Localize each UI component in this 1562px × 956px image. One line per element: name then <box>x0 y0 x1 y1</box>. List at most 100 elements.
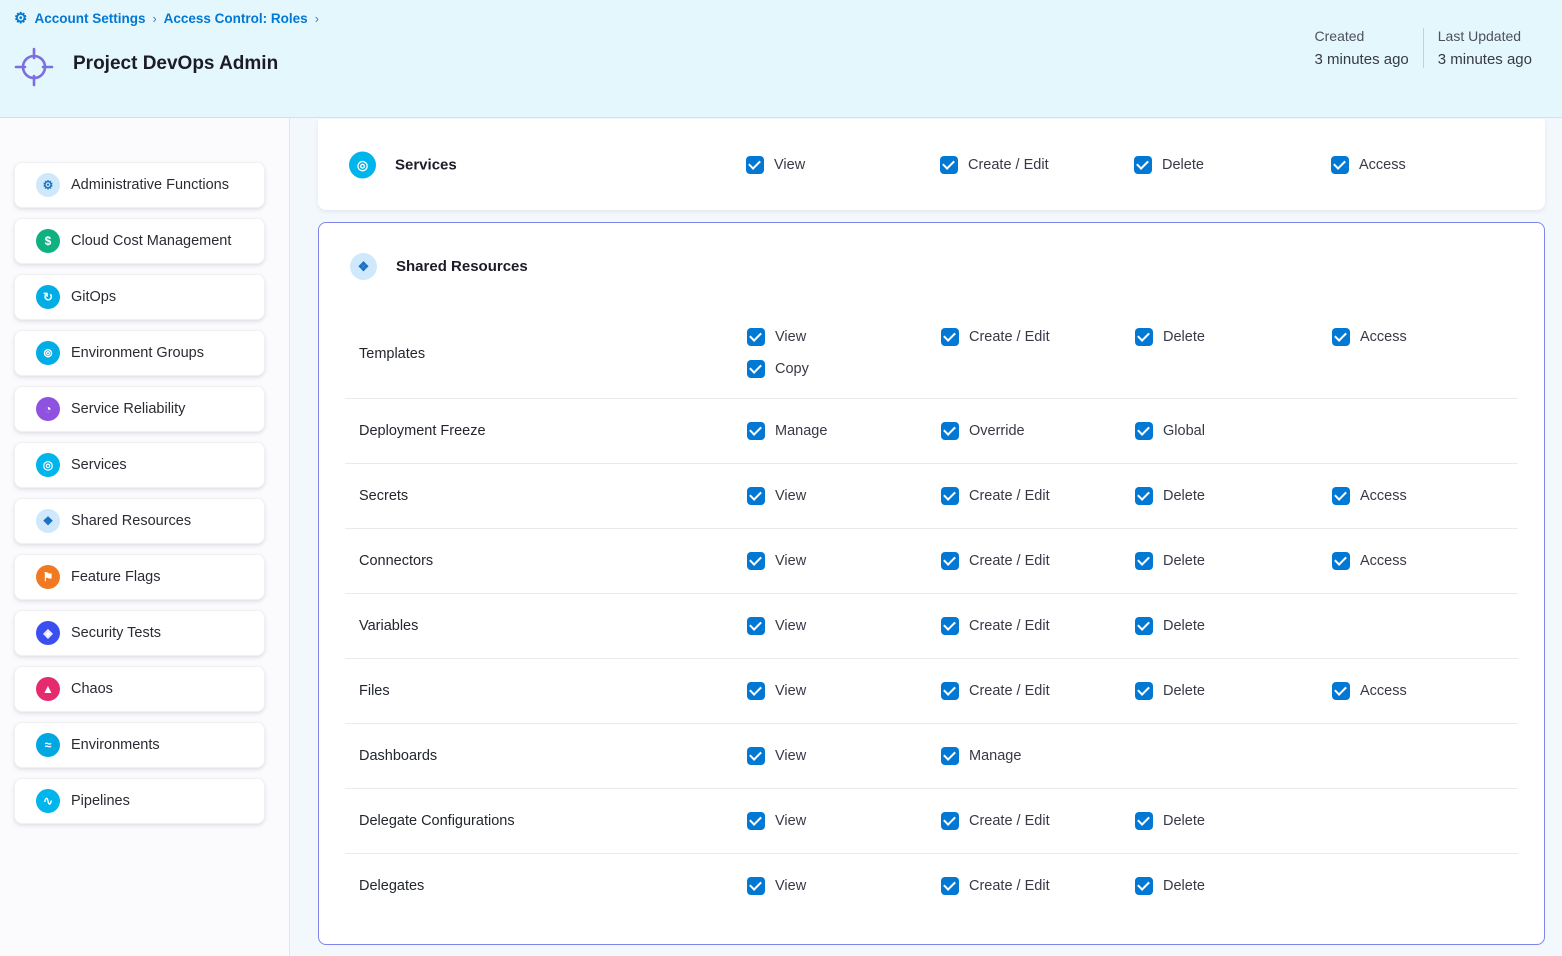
permission-secrets-delete: Delete <box>1135 487 1205 505</box>
sidebar-item-label: Administrative Functions <box>71 177 229 193</box>
created-value: 3 minutes ago <box>1315 51 1409 68</box>
sidebar-item-services[interactable]: ◎Services <box>14 442 265 488</box>
role-crosshair-icon <box>14 45 54 89</box>
checkbox-checked[interactable] <box>1332 682 1350 700</box>
permission-col-4: Access <box>1332 328 1407 346</box>
sidebar-item-label: Feature Flags <box>71 569 160 585</box>
breadcrumb-account-settings[interactable]: Account Settings <box>34 11 145 26</box>
checkbox-label: View <box>775 813 806 829</box>
checkbox-checked[interactable] <box>1331 156 1349 174</box>
checkbox-checked[interactable] <box>747 422 765 440</box>
checkbox-label: Delete <box>1163 618 1205 634</box>
checkbox-checked[interactable] <box>941 487 959 505</box>
checkbox-checked[interactable] <box>1135 682 1153 700</box>
sidebar-item-environment-groups[interactable]: ⊚Environment Groups <box>14 330 265 376</box>
sidebar-item-cloud-cost-management[interactable]: $ Cloud Cost Management <box>14 218 265 264</box>
checkbox-checked[interactable] <box>941 682 959 700</box>
permission-services-create-edit: Create / Edit <box>940 156 1049 174</box>
resource-label: Secrets <box>359 488 408 504</box>
cloud-dollar-icon: $ <box>36 229 60 253</box>
checkbox-checked[interactable] <box>747 747 765 765</box>
resource-label: Delegates <box>359 878 424 894</box>
breadcrumb: ⚙ Account Settings › Access Control: Rol… <box>14 11 319 26</box>
checkbox-checked[interactable] <box>1135 552 1153 570</box>
sidebar-item-feature-flags[interactable]: ⚑Feature Flags <box>14 554 265 600</box>
sidebar-item-environments[interactable]: ≈Environments <box>14 722 265 768</box>
breadcrumb-access-control-roles[interactable]: Access Control: Roles <box>164 11 308 26</box>
resource-label: Variables <box>359 618 418 634</box>
checkbox-checked[interactable] <box>1332 552 1350 570</box>
permission-deployment-freeze-global: Global <box>1135 422 1205 440</box>
checkbox-checked[interactable] <box>940 156 958 174</box>
permission-files-access: Access <box>1332 682 1407 700</box>
permission-col-2: Create / Edit <box>941 682 1050 700</box>
sidebar-item-security-tests[interactable]: ◈Security Tests <box>14 610 265 656</box>
permission-col-3: Delete <box>1135 877 1205 895</box>
checkbox-checked[interactable] <box>1332 487 1350 505</box>
checkbox-checked[interactable] <box>941 812 959 830</box>
checkbox-checked[interactable] <box>941 877 959 895</box>
checkbox-checked[interactable] <box>1134 156 1152 174</box>
permission-delegates-view: View <box>747 877 806 895</box>
permission-col-3: Global <box>1135 422 1205 440</box>
checkbox-label: Access <box>1359 157 1406 173</box>
checkbox-checked[interactable] <box>1135 877 1153 895</box>
checkbox-checked[interactable] <box>941 552 959 570</box>
checkbox-checked[interactable] <box>941 617 959 635</box>
checkbox-checked[interactable] <box>746 156 764 174</box>
checkbox-label: Delete <box>1163 488 1205 504</box>
sidebar-item-chaos[interactable]: ▲Chaos <box>14 666 265 712</box>
checkbox-checked[interactable] <box>747 552 765 570</box>
permission-col-2: Create / Edit <box>940 156 1049 174</box>
sidebar-item-pipelines[interactable]: ∿Pipelines <box>14 778 265 824</box>
created-label: Created <box>1315 28 1409 44</box>
resource-label: Files <box>359 683 390 699</box>
permission-row-delegate-configurations: Delegate ConfigurationsViewCreate / Edit… <box>319 788 1544 853</box>
permission-col-3: Delete <box>1135 682 1205 700</box>
gear-icon: ⚙ <box>14 11 27 26</box>
permission-variables-delete: Delete <box>1135 617 1205 635</box>
checkbox-checked[interactable] <box>941 328 959 346</box>
checkbox-checked[interactable] <box>747 617 765 635</box>
checkbox-checked[interactable] <box>1135 422 1153 440</box>
permission-col-2: Create / Edit <box>941 487 1050 505</box>
permission-col-2: Create / Edit <box>941 812 1050 830</box>
checkbox-checked[interactable] <box>1135 328 1153 346</box>
roles-permissions-page: ⚙ Account Settings › Access Control: Rol… <box>0 0 1562 956</box>
checkbox-label: View <box>775 683 806 699</box>
checkbox-checked[interactable] <box>1135 617 1153 635</box>
checkbox-checked[interactable] <box>941 422 959 440</box>
checkbox-checked[interactable] <box>747 877 765 895</box>
checkbox-label: Create / Edit <box>969 813 1050 829</box>
sidebar-item-service-reliability[interactable]: ◔Service Reliability <box>14 386 265 432</box>
permission-variables-view: View <box>747 617 806 635</box>
checkbox-checked[interactable] <box>1135 812 1153 830</box>
checkbox-label: Delete <box>1163 813 1205 829</box>
sidebar-item-label: Environments <box>71 737 160 753</box>
checkbox-label: Access <box>1360 683 1407 699</box>
resource-label: Templates <box>359 346 425 362</box>
checkbox-checked[interactable] <box>941 747 959 765</box>
checkbox-label: Global <box>1163 423 1205 439</box>
checkbox-checked[interactable] <box>747 812 765 830</box>
permission-col-2: Create / Edit <box>941 552 1050 570</box>
sidebar-item-label: Environment Groups <box>71 345 204 361</box>
shared-resources-panel-header: ❖ Shared Resources <box>350 253 528 280</box>
last-updated-label: Last Updated <box>1438 28 1532 44</box>
sidebar-item-shared-resources[interactable]: ❖Shared Resources <box>14 498 265 544</box>
sidebar-item-gitops[interactable]: ↻GitOps <box>14 274 265 320</box>
sidebar-item-label: Cloud Cost Management <box>71 233 231 249</box>
permission-col-4: Access <box>1332 682 1407 700</box>
checkbox-checked[interactable] <box>747 487 765 505</box>
sidebar-item-administrative-functions[interactable]: ⚙Administrative Functions <box>14 162 265 208</box>
permission-col-1: View <box>747 487 806 505</box>
checkbox-checked[interactable] <box>1332 328 1350 346</box>
checkbox-checked[interactable] <box>1135 487 1153 505</box>
checkbox-label: View <box>775 329 806 345</box>
shared-resources-rows: TemplatesViewCopyCreate / EditDeleteAcce… <box>319 309 1544 918</box>
checkbox-checked[interactable] <box>747 682 765 700</box>
checkbox-checked[interactable] <box>747 328 765 346</box>
permission-files-create-edit: Create / Edit <box>941 682 1050 700</box>
sidebar-item-label: Services <box>71 457 127 473</box>
checkbox-checked[interactable] <box>747 360 765 378</box>
